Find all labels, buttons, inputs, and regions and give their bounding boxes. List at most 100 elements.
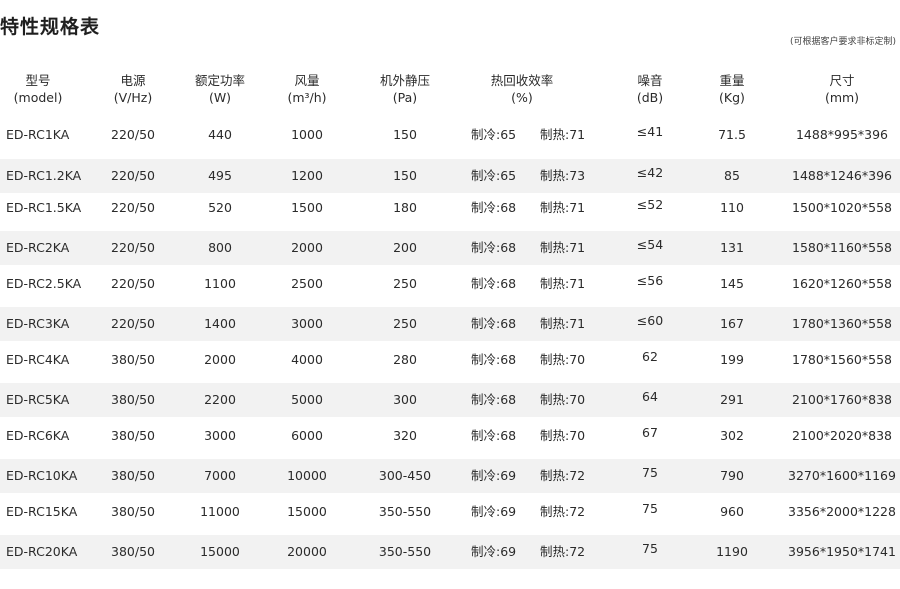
cell-weight: 291 [720, 392, 744, 407]
cell-cooling-efficiency: 制冷:68 [471, 352, 517, 367]
cell-heating-efficiency: 制热:70 [540, 352, 586, 367]
cell-weight: 960 [720, 504, 744, 519]
cell-static-pressure: 280 [393, 352, 417, 367]
cell-size: 2100*2020*838 [792, 428, 892, 443]
cell-weight: 167 [720, 316, 744, 331]
cell-cooling-efficiency: 制冷:69 [471, 468, 517, 483]
cell-airflow: 2000 [291, 240, 323, 255]
table-row: ED-RC4KA 380/50 2000 4000 280 制冷:68 制热:70 62 199… [0, 343, 900, 377]
cell-airflow: 2500 [291, 276, 323, 291]
header-heat-recovery: 热回收效率 (%) [490, 73, 554, 105]
table-row: ED-RC2.5KA 220/50 1100 2500 250 制冷:68 制热:71 ≤56… [0, 267, 900, 301]
cell-model: ED-RC1.2KA [6, 168, 82, 183]
cell-cooling-efficiency: 制冷:65 [471, 127, 517, 142]
cell-airflow: 15000 [287, 504, 327, 519]
cell-rated-power: 800 [208, 240, 232, 255]
table-row: ED-RC15KA 380/50 11000 15000 350-550 制冷:69 制热:… [0, 495, 900, 529]
noise-value: ≤42 [636, 165, 664, 180]
cell-noise: 62 [626, 343, 674, 377]
cell-airflow: 6000 [291, 428, 323, 443]
noise-value: ≤41 [636, 124, 664, 139]
cell-cooling-efficiency: 制冷:68 [471, 392, 517, 407]
cell-rated-power: 2000 [204, 352, 236, 367]
table-row: ED-RC2KA 220/50 800 2000 200 制冷:68 制热:71 ≤54 131… [0, 231, 900, 265]
cell-rated-power: 495 [208, 168, 232, 183]
cell-rated-power: 1100 [204, 276, 236, 291]
custom-note: (可根据客户要求非标定制) [789, 37, 896, 47]
cell-rated-power: 2200 [204, 392, 236, 407]
cell-static-pressure: 150 [393, 168, 417, 183]
cell-static-pressure: 300-450 [378, 468, 432, 483]
cell-static-pressure: 350-550 [378, 544, 432, 559]
cell-weight: 199 [720, 352, 744, 367]
cell-noise: 67 [626, 419, 674, 453]
noise-value: ≤56 [636, 273, 664, 288]
cell-weight: 85 [724, 168, 740, 183]
noise-value: 75 [642, 501, 658, 516]
header-airflow: 风量 (m³/h) [287, 73, 327, 105]
cell-noise: ≤41 [626, 118, 674, 152]
cell-size: 3356*2000*1228 [788, 504, 896, 519]
cell-model: ED-RC1.5KA [6, 200, 82, 215]
cell-heating-efficiency: 制热:70 [540, 392, 586, 407]
noise-value: 64 [642, 389, 658, 404]
cell-noise: ≤52 [626, 191, 674, 225]
cell-weight: 302 [720, 428, 744, 443]
cell-size: 1500*1020*558 [792, 200, 892, 215]
cell-model: ED-RC15KA [6, 504, 78, 519]
cell-model: ED-RC5KA [6, 392, 70, 407]
cell-airflow: 4000 [291, 352, 323, 367]
table-row: ED-RC1.2KA 220/50 495 1200 150 制冷:65 制热:73 ≤42 8… [0, 159, 900, 193]
cell-heating-efficiency: 制热:72 [540, 544, 586, 559]
cell-heating-efficiency: 制热:71 [540, 316, 586, 331]
cell-weight: 1190 [716, 544, 748, 559]
cell-model: ED-RC20KA [6, 544, 78, 559]
cell-heating-efficiency: 制热:71 [540, 240, 586, 255]
cell-power: 220/50 [111, 200, 155, 215]
cell-heating-efficiency: 制热:72 [540, 504, 586, 519]
cell-noise: ≤42 [626, 159, 674, 193]
cell-model: ED-RC2.5KA [6, 276, 82, 291]
noise-value: 75 [642, 541, 658, 556]
noise-value: ≤52 [636, 197, 664, 212]
cell-static-pressure: 320 [393, 428, 417, 443]
cell-model: ED-RC2KA [6, 240, 70, 255]
cell-static-pressure: 300 [393, 392, 417, 407]
cell-noise: ≤60 [626, 307, 674, 341]
cell-power: 220/50 [111, 240, 155, 255]
cell-size: 1580*1160*558 [792, 240, 892, 255]
header-noise: 噪音 (dB) [636, 73, 664, 105]
cell-airflow: 5000 [291, 392, 323, 407]
header-size: 尺寸 (mm) [824, 73, 860, 105]
cell-power: 220/50 [111, 127, 155, 142]
header-model: 型号 (model) [13, 73, 63, 105]
cell-heating-efficiency: 制热:70 [540, 428, 586, 443]
cell-power: 220/50 [111, 276, 155, 291]
cell-heating-efficiency: 制热:72 [540, 468, 586, 483]
cell-static-pressure: 180 [393, 200, 417, 215]
cell-noise: 75 [626, 459, 674, 493]
cell-rated-power: 7000 [204, 468, 236, 483]
cell-noise: 75 [626, 535, 674, 569]
header-weight: 重量 (Kg) [719, 73, 745, 105]
cell-airflow: 20000 [287, 544, 327, 559]
cell-rated-power: 440 [208, 127, 232, 142]
cell-cooling-efficiency: 制冷:69 [471, 544, 517, 559]
cell-model: ED-RC6KA [6, 428, 70, 443]
cell-static-pressure: 250 [393, 276, 417, 291]
cell-size: 1488*995*396 [795, 127, 889, 142]
cell-static-pressure: 200 [393, 240, 417, 255]
cell-airflow: 1500 [291, 200, 323, 215]
cell-power: 220/50 [111, 168, 155, 183]
cell-size: 1488*1246*396 [792, 168, 892, 183]
page-title: 特性规格表 [0, 16, 101, 38]
cell-cooling-efficiency: 制冷:68 [471, 240, 517, 255]
cell-power: 220/50 [111, 316, 155, 331]
cell-model: ED-RC1KA [6, 127, 70, 142]
noise-value: 75 [642, 465, 658, 480]
table-row: ED-RC10KA 380/50 7000 10000 300-450 制冷:69 制热:7… [0, 459, 900, 493]
cell-model: ED-RC10KA [6, 468, 78, 483]
cell-power: 380/50 [111, 468, 155, 483]
header-static-pressure: 机外静压 (Pa) [379, 73, 430, 105]
cell-size: 3270*1600*1169 [788, 468, 896, 483]
